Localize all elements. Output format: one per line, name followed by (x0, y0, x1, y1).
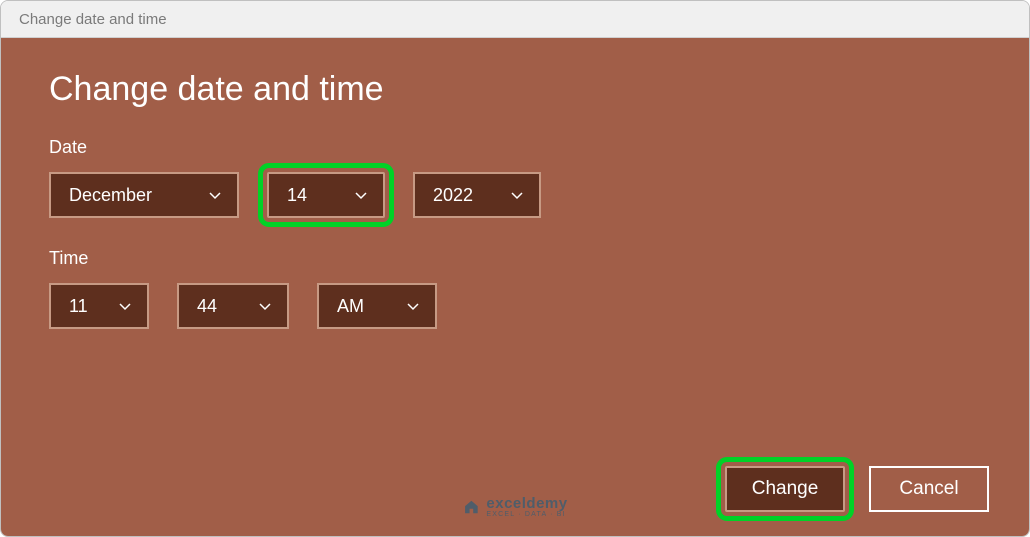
watermark-main: exceldemy (486, 496, 567, 511)
cancel-button[interactable]: Cancel (869, 466, 989, 512)
title-bar: Change date and time (1, 1, 1029, 38)
chevron-down-icon (509, 187, 525, 203)
dialog-window: Change date and time Change date and tim… (0, 0, 1030, 537)
chevron-down-icon (257, 298, 273, 314)
time-row: 11 44 AM (49, 283, 981, 329)
chevron-down-icon (117, 298, 133, 314)
day-dropdown[interactable]: 14 (267, 172, 385, 218)
day-value: 14 (287, 185, 307, 206)
time-section-label: Time (49, 248, 981, 269)
button-row: Change Cancel (725, 466, 989, 512)
date-row: December 14 2022 (49, 172, 981, 218)
cancel-button-label: Cancel (899, 478, 958, 500)
chevron-down-icon (207, 187, 223, 203)
year-value: 2022 (433, 185, 473, 206)
watermark: exceldemy EXCEL · DATA · BI (462, 496, 567, 518)
month-dropdown[interactable]: December (49, 172, 239, 218)
minute-value: 44 (197, 296, 217, 317)
watermark-text: exceldemy EXCEL · DATA · BI (486, 496, 567, 518)
chevron-down-icon (405, 298, 421, 314)
hour-dropdown[interactable]: 11 (49, 283, 149, 329)
chevron-down-icon (353, 187, 369, 203)
house-icon (462, 498, 480, 516)
change-button-label: Change (752, 478, 819, 500)
month-value: December (69, 185, 152, 206)
change-button[interactable]: Change (725, 466, 845, 512)
window-title: Change date and time (19, 11, 167, 28)
watermark-sub: EXCEL · DATA · BI (486, 511, 567, 518)
minute-dropdown[interactable]: 44 (177, 283, 289, 329)
year-dropdown[interactable]: 2022 (413, 172, 541, 218)
ampm-value: AM (337, 296, 364, 317)
dialog-content: Change date and time Date December 14 20… (1, 38, 1029, 536)
date-section-label: Date (49, 137, 981, 158)
page-title: Change date and time (49, 70, 981, 109)
ampm-dropdown[interactable]: AM (317, 283, 437, 329)
hour-value: 11 (69, 296, 88, 317)
